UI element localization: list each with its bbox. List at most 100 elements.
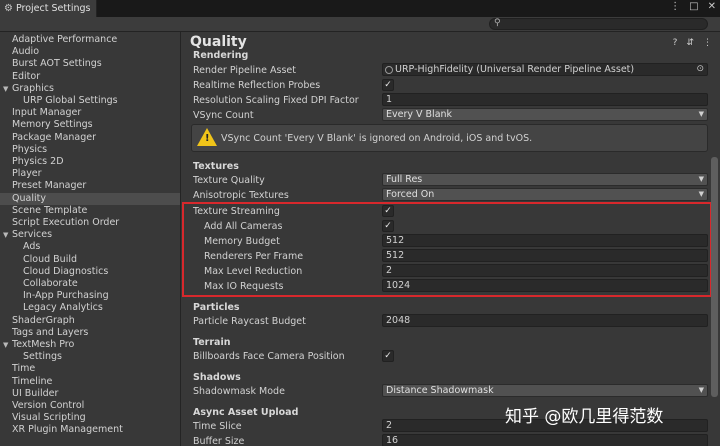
texture-streaming-label: Texture Streaming — [193, 206, 280, 217]
chevron-down-icon: ▼ — [698, 110, 704, 118]
sidebar-item-tags-and-layers[interactable]: Tags and Layers — [0, 327, 180, 339]
sidebar-item-editor[interactable]: Editor — [0, 71, 180, 83]
expand-arrow-icon[interactable]: ▼ — [3, 229, 8, 241]
sidebar-item-in-app-purchasing[interactable]: In-App Purchasing — [0, 290, 180, 302]
shadowmask-mode-dropdown[interactable]: Distance Shadowmask ▼ — [382, 384, 708, 397]
section-particles: Particles — [193, 302, 240, 313]
page-title: Quality — [190, 34, 247, 50]
texture-streaming-checkbox[interactable]: ✓ — [382, 205, 394, 217]
sidebar-item-visual-scripting[interactable]: Visual Scripting — [0, 412, 180, 424]
sidebar-item-settings[interactable]: Settings — [0, 351, 180, 363]
sidebar-item-services[interactable]: ▼ Services — [0, 229, 180, 241]
sidebar-item-time[interactable]: Time — [0, 363, 180, 375]
close-icon[interactable]: ✕ — [708, 1, 716, 12]
realtime-probes-checkbox[interactable]: ✓ — [382, 79, 394, 91]
tab-project-settings[interactable]: ⚙ Project Settings — [0, 0, 97, 17]
sidebar-item-audio[interactable]: Audio — [0, 46, 180, 58]
anisotropic-dropdown[interactable]: Forced On ▼ — [382, 188, 708, 201]
gear-icon: ⚙ — [4, 3, 13, 14]
expand-arrow-icon[interactable]: ▼ — [3, 83, 8, 95]
max-io-requests-field[interactable]: 1024 — [382, 279, 708, 292]
object-picker-icon[interactable]: ⊙ — [696, 64, 704, 75]
sidebar-item-label: Collaborate — [23, 278, 78, 289]
help-icon[interactable]: ? — [673, 38, 678, 48]
sidebar-item-version-control[interactable]: Version Control — [0, 400, 180, 412]
texture-quality-label: Texture Quality — [193, 175, 265, 186]
sidebar-item-xr-plugin-management[interactable]: XR Plugin Management — [0, 424, 180, 436]
sidebar-item-burst-aot-settings[interactable]: Burst AOT Settings — [0, 58, 180, 70]
renderers-per-frame-label: Renderers Per Frame — [204, 251, 304, 262]
sidebar-item-label: Settings — [23, 351, 62, 363]
sidebar-item-physics[interactable]: Physics — [0, 144, 180, 156]
maximize-icon[interactable]: □ — [689, 1, 698, 12]
sidebar-item-label: Script Execution Order — [12, 217, 120, 228]
sidebar-item-ui-builder[interactable]: UI Builder — [0, 388, 180, 400]
time-slice-label: Time Slice — [193, 421, 242, 432]
sidebar-item-label: Ads — [23, 241, 41, 253]
watermark: 知乎 @欧几里得范数 — [505, 407, 664, 427]
sidebar-item-cloud-build[interactable]: Cloud Build — [0, 254, 180, 266]
more-menu-icon[interactable]: ⋮ — [670, 1, 680, 12]
sidebar-item-label: Player — [12, 168, 42, 180]
render-pipeline-label: Render Pipeline Asset — [193, 65, 297, 76]
add-all-cameras-label: Add All Cameras — [204, 221, 283, 232]
sidebar-item-cloud-diagnostics[interactable]: Cloud Diagnostics — [0, 266, 180, 278]
sidebar-item-player[interactable]: Player — [0, 168, 180, 180]
sidebar-item-collaborate[interactable]: Collaborate — [0, 278, 180, 290]
vsync-dropdown[interactable]: Every V Blank ▼ — [382, 108, 708, 121]
realtime-probes-label: Realtime Reflection Probes — [193, 80, 321, 91]
expand-arrow-icon[interactable]: ▼ — [3, 339, 8, 351]
max-level-reduction-field[interactable]: 2 — [382, 264, 708, 277]
shadowmask-mode-label: Shadowmask Mode — [193, 386, 285, 397]
sidebar-item-shadergraph[interactable]: ShaderGraph — [0, 315, 180, 327]
add-all-cameras-checkbox[interactable]: ✓ — [382, 220, 394, 232]
sidebar-item-graphics[interactable]: ▼ Graphics — [0, 83, 180, 95]
sidebar-item-label: Editor — [12, 70, 41, 82]
renderers-per-frame-field[interactable]: 512 — [382, 249, 708, 262]
sidebar-item-memory-settings[interactable]: Memory Settings — [0, 119, 180, 131]
more-icon[interactable]: ⋮ — [703, 38, 712, 48]
sidebar-item-physics-2d[interactable]: Physics 2D — [0, 156, 180, 168]
buffer-size-label: Buffer Size — [193, 436, 245, 446]
preset-icon[interactable]: ⇵ — [686, 38, 694, 48]
scrollbar[interactable] — [711, 157, 718, 397]
particle-budget-field[interactable]: 2048 — [382, 314, 708, 327]
chevron-down-icon: ▼ — [698, 175, 704, 183]
max-level-reduction-label: Max Level Reduction — [204, 266, 303, 277]
settings-sidebar: Adaptive Performance Audio Burst AOT Setti… — [0, 32, 181, 446]
header-icons: ? ⇵ ⋮ — [673, 38, 712, 48]
render-pipeline-field[interactable]: URP-HighFidelity (Universal Render Pipel… — [382, 63, 708, 76]
warning-message: VSync Count 'Every V Blank' is ignored o… — [221, 133, 533, 144]
dpi-factor-label: Resolution Scaling Fixed DPI Factor — [193, 95, 359, 106]
sidebar-item-input-manager[interactable]: Input Manager — [0, 107, 180, 119]
sidebar-item-legacy-analytics[interactable]: Legacy Analytics — [0, 302, 180, 314]
chevron-down-icon: ▼ — [698, 386, 704, 394]
search-input[interactable]: ⚲ — [489, 18, 708, 30]
dpi-factor-field[interactable]: 1 — [382, 93, 708, 106]
toolbar: ⚲ — [0, 17, 720, 32]
sidebar-item-preset-manager[interactable]: Preset Manager — [0, 180, 180, 192]
billboards-checkbox[interactable]: ✓ — [382, 350, 394, 362]
sidebar-item-label: Physics — [12, 143, 48, 155]
sidebar-item-scene-template[interactable]: Scene Template — [0, 205, 180, 217]
sidebar-item-script-execution-order[interactable]: Script Execution Order — [0, 217, 180, 229]
sidebar-item-textmesh-pro[interactable]: ▼ TextMesh Pro — [0, 339, 180, 351]
sidebar-item-adaptive-performance[interactable]: Adaptive Performance — [0, 34, 180, 46]
sidebar-item-label: Preset Manager — [12, 180, 87, 192]
buffer-size-field[interactable]: 16 — [382, 434, 708, 446]
sidebar-item-label: Memory Settings — [12, 119, 93, 131]
memory-budget-field[interactable]: 512 — [382, 234, 708, 247]
sidebar-item-package-manager[interactable]: Package Manager — [0, 132, 180, 144]
sidebar-item-urp-global-settings[interactable]: URP Global Settings — [0, 95, 180, 107]
texture-quality-dropdown[interactable]: Full Res ▼ — [382, 173, 708, 186]
sidebar-item-ads[interactable]: Ads — [0, 241, 180, 253]
sidebar-item-timeline[interactable]: Timeline — [0, 376, 180, 388]
sidebar-item-quality[interactable]: Quality — [0, 192, 180, 205]
title-bar: ⚙ Project Settings ⋮ □ ✕ — [0, 0, 720, 17]
sidebar-item-label: Adaptive Performance — [12, 34, 118, 45]
memory-budget-label: Memory Budget — [204, 236, 280, 247]
sidebar-item-label: Legacy Analytics — [23, 302, 103, 314]
section-shadows: Shadows — [193, 372, 241, 383]
sidebar-item-label: Visual Scripting — [12, 412, 86, 424]
sidebar-item-label: Version Control — [12, 400, 85, 411]
